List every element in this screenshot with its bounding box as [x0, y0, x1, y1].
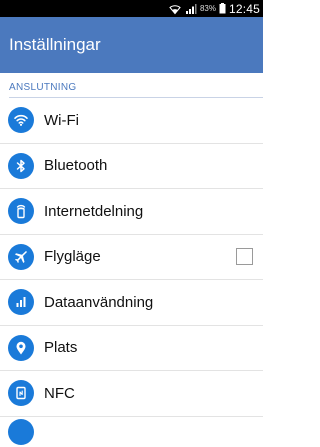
flyglage-checkbox[interactable]	[236, 247, 253, 265]
bluetooth-icon	[8, 152, 34, 179]
settings-item-flyglage[interactable]: Flygläge	[0, 235, 263, 280]
settings-item-label: Internetdelning	[44, 202, 144, 220]
battery-percent: 83%	[199, 4, 216, 13]
data-usage-icon	[8, 289, 34, 316]
status-bar: 83% 12:45	[0, 0, 263, 17]
settings-item-label: Wi-Fi	[44, 111, 79, 129]
settings-item-label: Bluetooth	[44, 157, 108, 175]
settings-item-dataanvandning[interactable]: Dataanvändning	[0, 280, 263, 326]
settings-item-nfc[interactable]: NFC	[0, 371, 263, 417]
settings-item-bluetooth[interactable]: Bluetooth	[0, 144, 263, 189]
clock: 12:45	[228, 1, 260, 16]
settings-item-internetdelning[interactable]: Internetdelning	[0, 189, 263, 235]
settings-item-label: Plats	[44, 339, 78, 357]
settings-item-label: Flygläge	[44, 248, 101, 266]
airplane-icon	[8, 243, 34, 270]
section-header: ANSLUTNING	[9, 82, 77, 93]
battery-icon	[219, 3, 226, 14]
page-title: Inställningar	[9, 35, 101, 54]
settings-list: Wi-Fi Bluetooth Internetdelning Flygläge	[0, 98, 263, 447]
app-bar: Inställningar	[0, 17, 263, 73]
settings-item-label: NFC	[44, 384, 75, 402]
nfc-icon	[8, 380, 34, 407]
wifi-status-icon	[169, 4, 181, 14]
tethering-icon	[8, 198, 34, 225]
settings-item-wifi[interactable]: Wi-Fi	[0, 98, 263, 144]
settings-item-plats[interactable]: Plats	[0, 326, 263, 371]
wifi-icon	[8, 107, 34, 134]
location-icon	[8, 334, 34, 361]
settings-item-partial[interactable]	[0, 417, 263, 447]
signal-icon	[185, 3, 197, 14]
settings-item-label: Dataanvändning	[44, 293, 154, 311]
more-networks-icon	[8, 418, 34, 445]
